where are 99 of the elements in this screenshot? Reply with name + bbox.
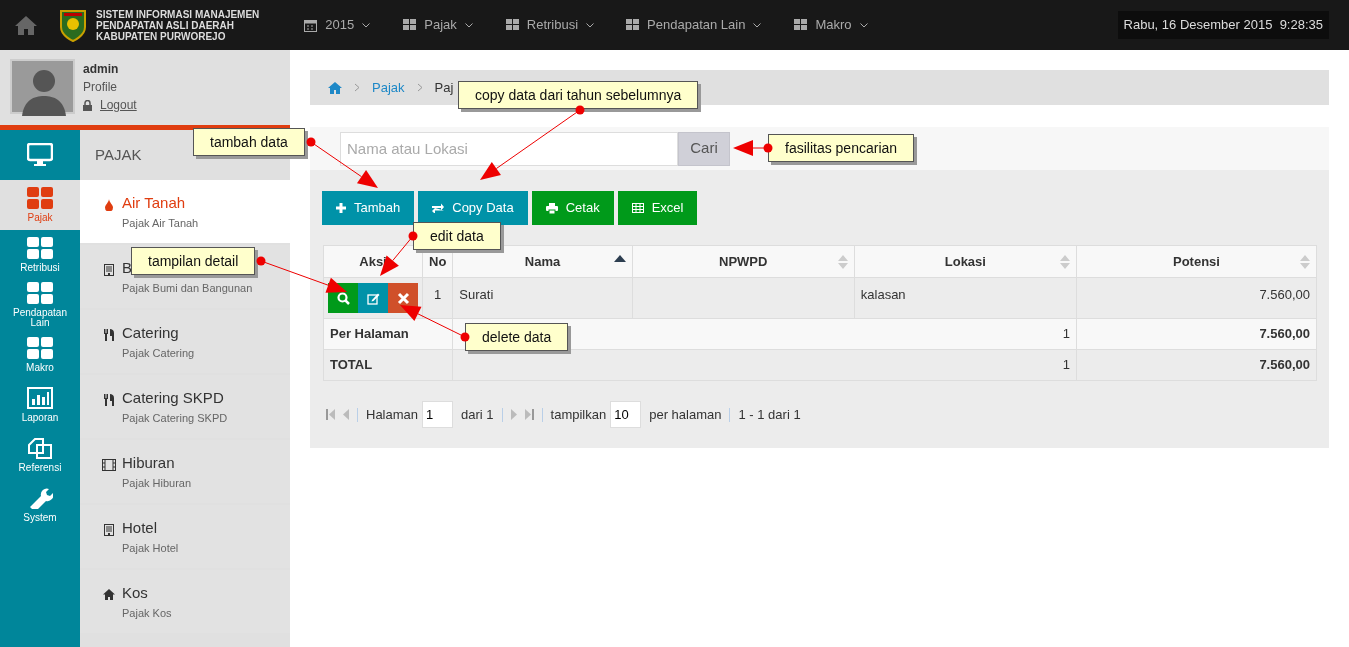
pager-label: per halaman xyxy=(649,405,722,424)
search-field[interactable]: Nama atau Lokasi xyxy=(340,131,678,166)
caret-icon xyxy=(586,22,595,28)
table-cell: kalasan xyxy=(854,277,1077,319)
table-cell: Surati xyxy=(452,277,633,319)
pager-label: dari 1 xyxy=(461,405,494,424)
app-title: PENDAPATAN ASLI DAERAH xyxy=(96,19,235,31)
sort-icon[interactable] xyxy=(1059,255,1070,269)
drop-icon xyxy=(103,198,114,211)
caret-icon xyxy=(464,22,473,28)
grid-icon xyxy=(27,237,53,259)
menu-item[interactable]: Air Tanah Pajak Air Tanah xyxy=(80,180,290,243)
grid-icon xyxy=(505,19,519,31)
edit-button[interactable] xyxy=(358,283,388,313)
previous-page-icon[interactable] xyxy=(343,409,349,420)
chevron-icon xyxy=(416,83,423,92)
table-cell: 7.560,00 xyxy=(1076,318,1317,350)
callout-tooltip: tambah data xyxy=(193,128,305,156)
callout-tooltip: delete data xyxy=(465,323,569,351)
page-field[interactable]: 1 xyxy=(422,401,454,428)
table-icon xyxy=(631,203,644,213)
sort-icon[interactable] xyxy=(837,255,848,269)
search-icon xyxy=(336,291,350,305)
home-icon[interactable] xyxy=(14,14,38,36)
logout-link[interactable]: Logout xyxy=(83,96,137,114)
menu-item[interactable]: Pendapatan Lain xyxy=(626,15,762,35)
edit-icon xyxy=(366,291,380,305)
table-cell: Per Halaman xyxy=(323,318,453,350)
emblem-icon xyxy=(58,8,88,42)
caret-icon xyxy=(362,22,371,28)
plus-icon xyxy=(336,203,346,213)
rail-item[interactable]: Laporan xyxy=(0,380,80,430)
column-header[interactable]: Lokasi xyxy=(854,245,1077,278)
home-icon xyxy=(102,589,115,600)
grid-icon xyxy=(27,282,53,304)
table-cell: 7.560,00 xyxy=(1076,349,1317,381)
callout-tooltip: edit data xyxy=(413,222,501,250)
documents-icon xyxy=(27,437,53,459)
table-cell: 1 xyxy=(452,349,1077,381)
toolbar-button[interactable]: Cetak xyxy=(531,191,614,225)
calendar-icon xyxy=(304,18,318,32)
pager-label: tampilkan xyxy=(550,405,607,424)
callout-tooltip: tampilan detail xyxy=(131,247,256,275)
building-icon xyxy=(103,523,114,536)
callout-tooltip: copy data dari tahun sebelumnya xyxy=(458,81,699,109)
profile-link[interactable]: Profile xyxy=(83,78,137,96)
table-cell: 7.560,00 xyxy=(1076,277,1317,319)
breadcrumb-current: Paj xyxy=(434,78,454,97)
pager-info: 1 - 1 dari 1 xyxy=(738,405,801,424)
grid-icon xyxy=(27,337,53,359)
menu-item[interactable]: Makro xyxy=(794,15,868,35)
menu-item[interactable]: Pajak xyxy=(403,15,473,35)
swap-arrows-icon xyxy=(432,203,445,213)
column-header[interactable]: Potensi xyxy=(1076,245,1317,278)
leader-line xyxy=(733,140,773,156)
grid-icon xyxy=(626,19,640,31)
app-title: SISTEM INFORMASI MANAJEMEN xyxy=(96,8,260,20)
rail-item[interactable]: Referensi xyxy=(0,430,80,480)
last-page-icon[interactable] xyxy=(524,409,534,420)
grid-icon xyxy=(794,19,808,31)
callout-tooltip: fasilitas pencarian xyxy=(768,134,915,162)
lock-icon xyxy=(83,99,92,111)
user-name: admin xyxy=(83,61,120,78)
app-title: KABUPATEN PURWOREJO xyxy=(96,30,227,42)
close-icon xyxy=(396,291,410,305)
rail-item[interactable]: Makro xyxy=(0,330,80,380)
chevron-icon xyxy=(354,83,360,92)
printer-icon xyxy=(545,202,558,214)
table-cell: TOTAL xyxy=(323,349,453,381)
caret-icon xyxy=(753,22,762,28)
rail-item[interactable]: Retribusi xyxy=(0,230,80,280)
toolbar-button[interactable]: Excel xyxy=(617,191,698,225)
rail-item[interactable]: Pendapatan Lain xyxy=(0,280,80,330)
first-page-icon[interactable] xyxy=(326,409,335,420)
rail-item[interactable]: System xyxy=(0,480,80,530)
home-icon[interactable] xyxy=(328,81,342,94)
date-time: Rabu, 16 Desember 2015 9:28:35 xyxy=(1117,11,1329,39)
utensils-icon xyxy=(103,393,114,406)
monitor-icon[interactable] xyxy=(27,143,53,167)
column-header[interactable]: NPWPD xyxy=(632,245,855,278)
column-header[interactable]: Nama xyxy=(452,245,633,278)
sort-icon[interactable] xyxy=(1300,255,1310,269)
next-page-icon[interactable] xyxy=(510,409,517,420)
film-icon xyxy=(101,458,116,471)
sort-ascending-icon[interactable] xyxy=(613,255,626,262)
section-heading: PAJAK xyxy=(95,144,142,165)
grid-icon xyxy=(27,187,53,209)
page-size-field[interactable]: 10 xyxy=(610,401,642,428)
caret-icon xyxy=(859,22,868,28)
toolbar-button[interactable]: Tambah xyxy=(322,191,415,225)
menu-item[interactable]: 2015 xyxy=(304,15,371,35)
grid-icon xyxy=(403,19,417,31)
menu-item[interactable]: Retribusi xyxy=(505,15,595,35)
search-button[interactable]: Cari xyxy=(678,131,730,166)
building-icon xyxy=(103,263,114,276)
bar-chart-icon xyxy=(27,387,53,409)
utensils-icon xyxy=(103,328,114,341)
pager-label: Halaman xyxy=(366,405,419,424)
toolbar-button[interactable]: Copy Data xyxy=(418,191,528,225)
